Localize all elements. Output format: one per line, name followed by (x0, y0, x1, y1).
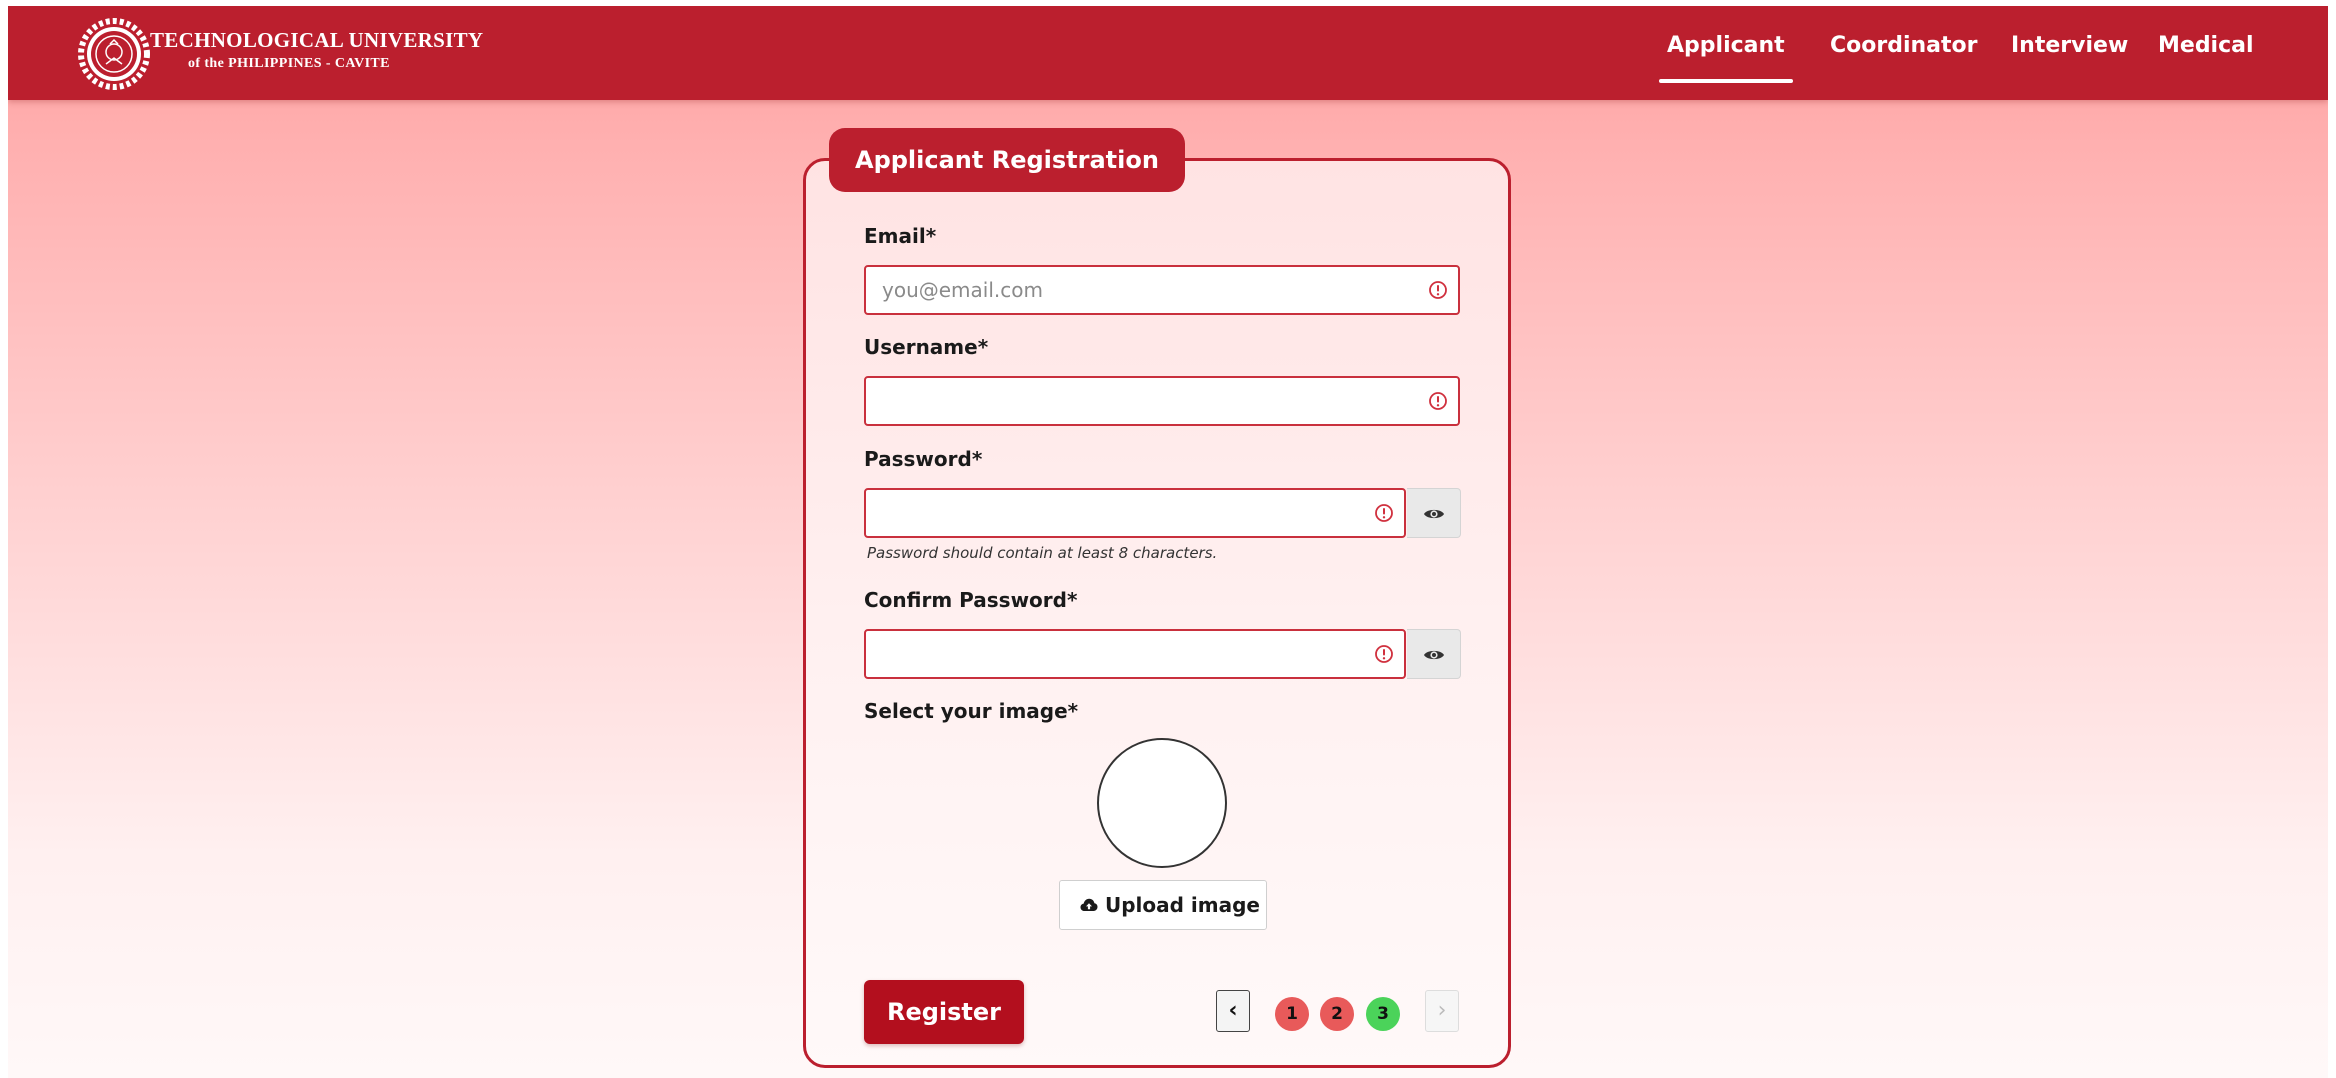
confirm-password-toggle-button[interactable] (1407, 629, 1461, 679)
confirm-password-label: Confirm Password* (864, 588, 1078, 612)
logo-subtitle: of the PHILIPPINES - CAVITE (188, 56, 390, 71)
pagination-next-button[interactable]: › (1425, 990, 1459, 1032)
university-seal-icon (78, 18, 150, 90)
pagination-prev-button[interactable]: ‹ (1216, 990, 1250, 1032)
upload-image-button[interactable]: Upload image (1059, 880, 1267, 930)
alert-circle-icon (1375, 645, 1393, 663)
password-field-wrapper (864, 488, 1406, 538)
eye-icon (1424, 509, 1444, 519)
confirm-password-field-wrapper (864, 629, 1406, 679)
logo-title: TECHNOLOGICAL UNIVERSITY (150, 28, 484, 52)
form-title: Applicant Registration (829, 128, 1185, 192)
upload-image-label: Upload image (1105, 893, 1260, 917)
page-step-3[interactable]: 3 (1366, 997, 1400, 1031)
password-input[interactable] (866, 490, 1404, 536)
page-step-1[interactable]: 1 (1275, 997, 1309, 1031)
top-navbar: TECHNOLOGICAL UNIVERSITY of the PHILIPPI… (8, 6, 2328, 100)
password-label: Password* (864, 447, 983, 471)
username-field-wrapper (864, 376, 1460, 426)
cloud-upload-icon (1080, 898, 1098, 911)
email-field-wrapper (864, 265, 1460, 315)
page-step-2[interactable]: 2 (1320, 997, 1354, 1031)
image-label: Select your image* (864, 699, 1079, 723)
email-input[interactable] (866, 267, 1458, 313)
alert-circle-icon (1429, 392, 1447, 410)
nav-medical[interactable]: Medical (2158, 33, 2254, 58)
nav-applicant[interactable]: Applicant (1659, 33, 1793, 83)
username-label: Username* (864, 335, 989, 359)
email-label: Email* (864, 224, 937, 248)
alert-circle-icon (1375, 504, 1393, 522)
nav-interview[interactable]: Interview (2011, 33, 2128, 58)
password-toggle-button[interactable] (1407, 488, 1461, 538)
username-input[interactable] (866, 378, 1458, 424)
nav-coordinator[interactable]: Coordinator (1830, 33, 1978, 58)
avatar-preview (1097, 738, 1227, 868)
password-helper-text: Password should contain at least 8 chara… (867, 544, 1218, 562)
eye-icon (1424, 650, 1444, 660)
register-button[interactable]: Register (864, 980, 1024, 1044)
confirm-password-input[interactable] (866, 631, 1404, 677)
alert-circle-icon (1429, 281, 1447, 299)
